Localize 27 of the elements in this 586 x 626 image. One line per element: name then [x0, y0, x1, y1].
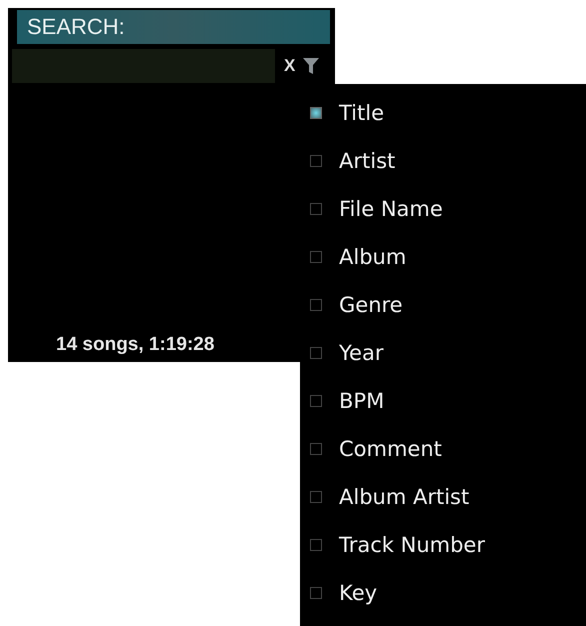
- menu-item[interactable]: Key: [300, 569, 586, 617]
- menu-item[interactable]: Artist: [300, 137, 586, 185]
- menu-item[interactable]: Album: [300, 233, 586, 281]
- checkbox[interactable]: [310, 299, 322, 311]
- checkbox[interactable]: [310, 443, 322, 455]
- menu-item[interactable]: Comment: [300, 425, 586, 473]
- checkbox[interactable]: [310, 395, 322, 407]
- menu-item[interactable]: File Name: [300, 185, 586, 233]
- clear-button[interactable]: X: [282, 56, 298, 76]
- menu-item[interactable]: Year: [300, 329, 586, 377]
- checkbox[interactable]: [310, 107, 322, 119]
- menu-item[interactable]: Track Number: [300, 521, 586, 569]
- checkbox[interactable]: [310, 539, 322, 551]
- menu-item[interactable]: Genre: [300, 281, 586, 329]
- checkbox[interactable]: [310, 587, 322, 599]
- menu-item[interactable]: Album Artist: [300, 473, 586, 521]
- checkbox[interactable]: [310, 203, 322, 215]
- checkbox[interactable]: [310, 251, 322, 263]
- status-text: 14 songs, 1:19:28: [56, 334, 214, 356]
- menu-item[interactable]: Title: [300, 89, 586, 137]
- menu-item[interactable]: BPM: [300, 377, 586, 425]
- search-field[interactable]: [12, 49, 275, 83]
- checkbox[interactable]: [310, 155, 322, 167]
- checkbox[interactable]: [310, 491, 322, 503]
- checkbox[interactable]: [310, 347, 322, 359]
- search-label: SEARCH:: [17, 10, 330, 44]
- filter-icon[interactable]: [303, 57, 320, 75]
